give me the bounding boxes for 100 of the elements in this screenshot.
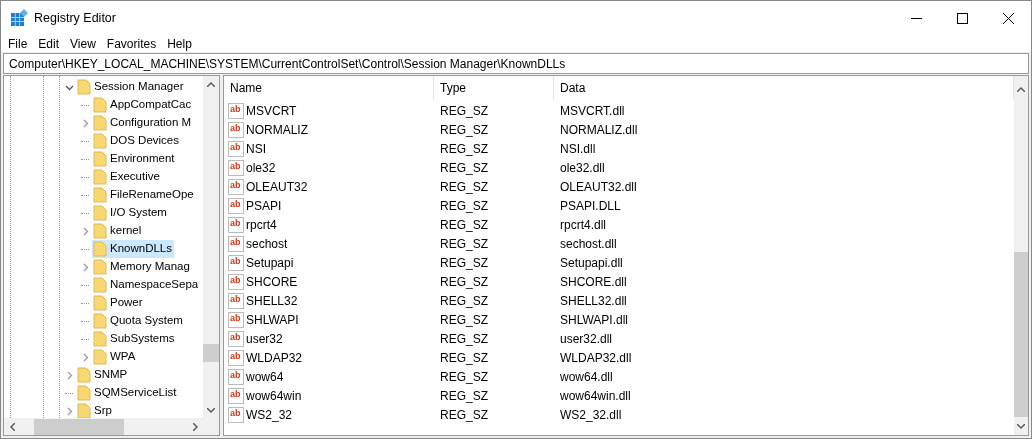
menu-item[interactable]: File [4,34,32,53]
value-name-cell[interactable]: OLEAUT32 [246,177,308,196]
string-value-icon: ab [228,197,244,214]
string-value-icon: ab [228,140,244,157]
value-name-cell[interactable]: wow64win [246,386,302,405]
tree-item[interactable]: FileRenameOpe [110,186,194,204]
value-data-cell-text: WLDAP32.dll [559,349,632,367]
tree-item[interactable]: SQMServiceList [94,384,177,402]
tree-item[interactable]: Session Manager [94,78,184,96]
value-type-cell-text: REG_SZ [439,311,489,329]
vertical-scrollbar[interactable] [203,76,219,418]
value-name-cell[interactable]: Setupapi [246,253,294,272]
value-data-cell-text: SHLWAPI.dll [559,311,628,329]
column-header[interactable]: Type [434,76,554,100]
tree-item[interactable]: Executive [110,168,160,186]
menu-item[interactable]: Help [163,34,196,53]
tree-item[interactable]: DOS Devices [110,132,180,150]
menu-item[interactable]: Edit [34,34,64,53]
value-type-cell-text: REG_SZ [439,292,489,310]
tree-item[interactable]: AppCompatCac [110,96,192,114]
value-name-cell[interactable]: SHELL32 [246,291,298,310]
value-type-cell-text: REG_SZ [439,216,489,234]
value-type-cell-text: REG_SZ [439,387,489,405]
string-value-icon: ab [228,273,244,290]
value-data-cell-text: MSVCRT.dll [559,102,625,120]
scroll-up-icon[interactable] [1017,86,1025,92]
value-data-cell-text: sechost.dll [559,235,617,253]
column-header[interactable]: Name [224,76,434,100]
folder-icon [93,277,107,293]
value-type-cell-text: REG_SZ [439,178,489,196]
scroll-right-icon[interactable] [192,422,198,431]
value-type-cell-text: REG_SZ [439,197,489,215]
value-type-cell-text: REG_SZ [439,368,489,386]
tree-item[interactable]: NamespaceSepa [110,276,199,294]
value-name-cell[interactable]: NSI [246,139,266,158]
value-name-cell[interactable]: WS2_32 [246,405,293,424]
tree-item[interactable]: SubSystems [110,330,175,348]
folder-icon [93,115,107,131]
value-type-cell-text: REG_SZ [439,235,489,253]
string-value-icon: ab [228,368,244,385]
tree-item[interactable]: Configuration M [110,114,192,132]
folder-icon [93,97,107,113]
value-type-cell-text: REG_SZ [439,121,489,139]
tree-item[interactable]: Power [110,294,143,312]
tree-item[interactable]: I/O System [110,204,167,222]
value-type-cell-text: REG_SZ [439,349,489,367]
horizontal-scrollbar[interactable] [4,418,219,435]
value-type-cell-text: REG_SZ [439,406,489,424]
tree-item[interactable]: kernel [110,222,142,240]
value-type-cell-text: REG_SZ [439,159,489,177]
value-type-cell-text: REG_SZ [439,140,489,158]
tree-item[interactable]: SNMP [94,366,128,384]
folder-icon [93,187,107,203]
value-data-cell-text: Setupapi.dll [559,254,623,272]
value-name-cell[interactable]: NORMALIZ [246,120,308,139]
value-name-cell[interactable]: SHCORE [246,272,298,291]
value-name-cell[interactable]: SHLWAPI [246,310,299,329]
folder-icon [93,133,107,149]
folder-icon [93,349,107,365]
menu-item[interactable]: Favorites [102,34,161,53]
tree-item[interactable]: Srp [94,402,112,418]
menu-item[interactable]: View [66,34,100,53]
string-value-icon: ab [228,311,244,328]
value-data-cell-text: WS2_32.dll [559,406,622,424]
folder-icon [93,223,107,239]
close-icon [1002,12,1014,24]
value-name-cell[interactable]: WLDAP32 [246,348,303,367]
scrollbar-thumb[interactable] [34,418,124,435]
value-data-cell-text: wow64win.dll [559,387,631,405]
string-value-icon: ab [228,330,244,347]
scroll-down-icon[interactable] [207,407,215,413]
folder-icon [93,151,107,167]
maximize-icon [956,12,968,24]
value-name-cell[interactable]: user32 [246,329,283,348]
vertical-scrollbar[interactable] [1014,76,1028,435]
scroll-left-icon[interactable] [9,422,15,431]
value-data-cell-text: OLEAUT32.dll [559,178,637,196]
address-field[interactable]: Computer\HKEY_LOCAL_MACHINE\SYSTEM\CurrentControlSet\Control\Session Manager\KnownDLLs [3,53,1029,74]
string-value-icon: ab [228,387,244,404]
value-name-cell[interactable]: sechost [246,234,288,253]
folder-icon [93,295,107,311]
tree-item[interactable]: Memory Manag [110,258,190,276]
value-name-cell[interactable]: PSAPI [246,196,282,215]
scrollbar-thumb[interactable] [1014,252,1028,417]
value-data-cell-text: SHELL32.dll [559,292,627,310]
string-value-icon: ab [228,178,244,195]
value-name-cell[interactable]: ole32 [246,158,276,177]
string-value-icon: ab [228,254,244,271]
value-data-cell-text: NSI.dll [559,140,596,158]
value-name-cell[interactable]: MSVCRT [246,101,297,120]
scroll-up-icon[interactable] [207,81,215,87]
scrollbar-thumb[interactable] [203,344,219,362]
value-name-cell[interactable]: wow64 [246,367,284,386]
tree-item[interactable]: Quota System [110,312,183,330]
tree-item[interactable]: WPA [110,348,136,366]
scroll-down-icon[interactable] [1017,423,1025,429]
value-name-cell[interactable]: rpcrt4 [246,215,277,234]
tree-item[interactable]: Environment [110,150,175,168]
value-data-cell-text: wow64.dll [559,368,613,386]
value-data-cell-text: rpcrt4.dll [559,216,606,234]
